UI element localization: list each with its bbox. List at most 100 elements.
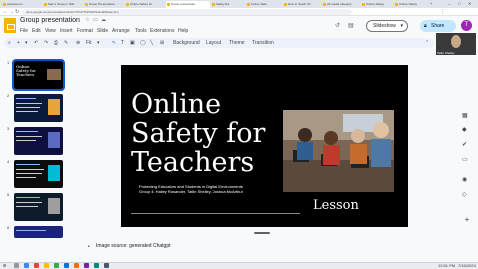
slide-thumbnail-4[interactable] [14, 160, 63, 188]
history-icon[interactable]: ↺ [335, 22, 340, 29]
taskbar-clock[interactable]: 12:51 PM [438, 263, 455, 268]
account-avatar[interactable]: T [461, 20, 472, 31]
new-tab-icon[interactable]: + [430, 1, 432, 6]
taskbar-app-icon[interactable] [74, 263, 79, 268]
extensions-icon[interactable]: ⋮ [440, 9, 445, 15]
taskbar-app-icon[interactable] [64, 263, 69, 268]
taskbar-app-icon[interactable] [44, 263, 49, 268]
browser-tab[interactable]: How to Teach On [283, 1, 321, 8]
thumb-text-line [16, 202, 42, 203]
menu-help[interactable]: Help [178, 28, 188, 34]
notes-bullet: • [88, 244, 90, 250]
slide-thumbnail-6[interactable] [14, 226, 63, 238]
calendar-icon[interactable]: ▦ [462, 112, 468, 119]
maps-icon[interactable]: ◉ [462, 176, 467, 183]
taskbar-app-icon[interactable] [24, 263, 29, 268]
keep-icon[interactable]: ◆ [462, 126, 467, 133]
tab-favicon-icon [395, 3, 398, 6]
shape-icon[interactable]: ◯ [140, 39, 146, 47]
menu-slide[interactable]: Slide [97, 28, 108, 34]
paint-format-icon[interactable]: ✎ [64, 39, 68, 47]
menu-edit[interactable]: Edit [32, 28, 41, 34]
browser-tab[interactable]: Safety Ed [211, 1, 245, 8]
taskbar-date[interactable]: 7/16/2024 [458, 263, 476, 268]
contacts-icon[interactable]: ▭ [462, 156, 468, 163]
tasks-icon[interactable]: ✔ [462, 141, 467, 148]
menu-tools[interactable]: Tools [135, 28, 147, 34]
menu-view[interactable]: View [45, 28, 56, 34]
browser-tab[interactable]: Online Safety for [125, 1, 165, 8]
select-cursor-icon[interactable]: ↖ [112, 39, 116, 47]
taskbar-app-icon[interactable] [94, 263, 99, 268]
add-ons-icon[interactable]: ◇ [462, 191, 467, 198]
move-folder-icon[interactable]: ▭ [93, 17, 98, 23]
new-slide-icon[interactable]: + [17, 39, 20, 47]
menu-format[interactable]: Format [77, 28, 93, 34]
text-box-icon[interactable]: T [121, 39, 124, 47]
menu-arrange[interactable]: Arrange [112, 28, 130, 34]
cloud-status-icon[interactable]: ☁ [101, 17, 106, 23]
thumb-image [48, 132, 60, 148]
taskbar-app-icon[interactable] [54, 263, 59, 268]
collapse-toolbar-icon[interactable]: ⌃ [425, 39, 429, 47]
taskbar-app-icon[interactable] [84, 263, 89, 268]
url-input[interactable]: docs.google.com/presentation/d/1wUY8mPTM… [22, 9, 352, 15]
menu-file[interactable]: File [20, 28, 28, 34]
slide-subtitle[interactable]: Protecting Educators and Students in Dig… [139, 184, 309, 194]
new-slide-dropdown-icon[interactable]: ▾ [25, 39, 28, 47]
comments-icon[interactable]: ▤ [348, 22, 354, 29]
tab-favicon-icon [167, 3, 170, 6]
browser-tab[interactable]: Assessmen [2, 1, 42, 8]
forward-icon[interactable]: → [9, 9, 14, 15]
taskbar-search-icon[interactable] [14, 263, 19, 268]
document-title[interactable]: Group presentation [20, 17, 80, 24]
redo-icon[interactable]: ↷ [44, 39, 48, 47]
slide-thumbnail-1[interactable]: Online Safety for Teachers [12, 59, 65, 91]
speaker-notes[interactable]: Image source: generated Chatgpt [96, 243, 171, 249]
layout-button[interactable]: Layout [206, 39, 221, 47]
share-button[interactable]: 🔒︎ Share [420, 20, 456, 32]
add-comment-icon[interactable]: ⊞ [160, 39, 164, 47]
back-icon[interactable]: ← [3, 9, 8, 15]
browser-tab[interactable]: Online Safety [361, 1, 393, 8]
get-add-ons-icon[interactable]: + [461, 215, 473, 225]
background-button[interactable]: Background [173, 39, 200, 47]
slide-thumbnail-3[interactable] [14, 127, 63, 155]
browser-tab[interactable]: Group Presentation [84, 1, 124, 8]
taskbar-app-icon[interactable] [104, 263, 109, 268]
browser-tab[interactable]: Online Safety [394, 1, 426, 8]
browser-tab[interactable]: Online Safe [246, 1, 282, 8]
close-window-icon[interactable]: ✕ [468, 1, 471, 6]
line-icon[interactable]: ╲ [150, 39, 153, 47]
start-icon[interactable]: ⊞ [3, 263, 6, 268]
notes-resize-handle[interactable] [254, 232, 270, 234]
slideshow-button[interactable]: Slideshow ▾ [366, 20, 408, 32]
zoom-dropdown-icon[interactable]: ▾ [97, 39, 100, 47]
slide-thumbnail-2[interactable] [14, 94, 63, 122]
zoom-select[interactable]: Fit [86, 39, 92, 47]
star-icon[interactable]: ☆ [85, 17, 89, 23]
image-icon[interactable]: ▣ [130, 39, 135, 47]
menu-extensions[interactable]: Extensions [150, 28, 174, 34]
search-menus-icon[interactable]: ⌕ [8, 39, 11, 47]
browser-tab[interactable]: All media category [322, 1, 360, 8]
browser-tab[interactable]: Sam's Screen / Slid [43, 1, 83, 8]
transition-button[interactable]: Transition [252, 39, 274, 47]
classroom-photo[interactable] [283, 110, 394, 192]
slide-lesson-label[interactable]: Lesson [313, 198, 359, 213]
slide-thumbnail-5[interactable] [14, 193, 63, 221]
menu-insert[interactable]: Insert [60, 28, 73, 34]
thumb-photo [47, 69, 61, 80]
reload-icon[interactable]: ↻ [15, 9, 19, 15]
slide-title[interactable]: Online Safety for Teachers [131, 90, 281, 177]
browser-tab-active[interactable]: Group presentatio [166, 1, 210, 8]
theme-button[interactable]: Theme [229, 39, 245, 47]
undo-icon[interactable]: ↶ [34, 39, 38, 47]
minimize-icon[interactable]: – [448, 1, 450, 6]
thumb-text-line [16, 131, 38, 132]
slides-logo-icon[interactable] [4, 18, 16, 33]
maximize-icon[interactable]: □ [458, 1, 460, 6]
taskbar-app-icon[interactable] [34, 263, 39, 268]
print-icon[interactable]: ⎙ [54, 39, 58, 47]
zoom-icon[interactable]: ⊕ [76, 39, 80, 47]
